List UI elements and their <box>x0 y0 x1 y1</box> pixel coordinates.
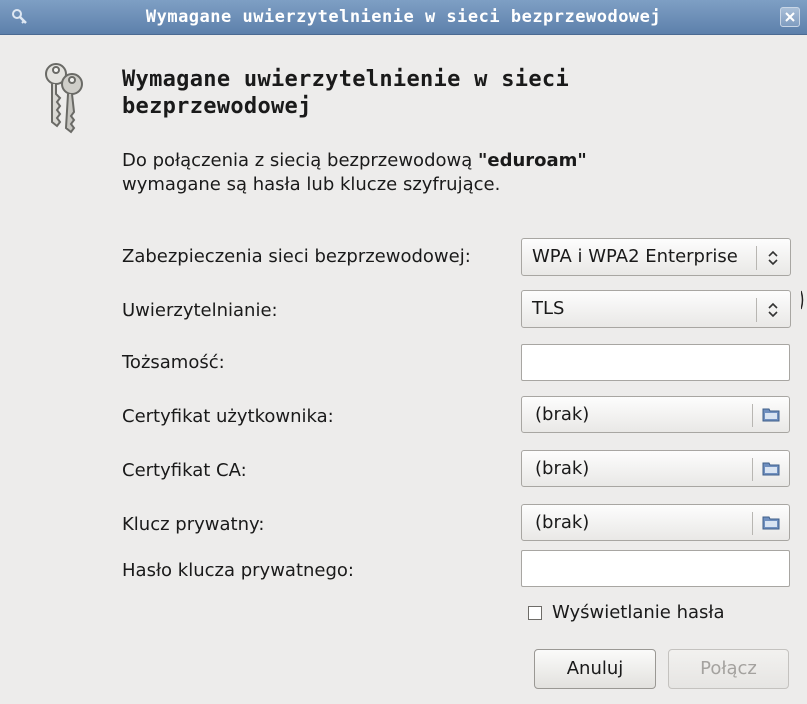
private-key-value: (brak) <box>535 512 590 533</box>
auth-dialog-window: Wymagane uwierzytelnienie w sieci bezprz… <box>0 0 807 704</box>
auth-combo[interactable]: TLS <box>521 290 791 328</box>
ca-cert-label: Certyfikat CA: <box>122 460 247 481</box>
ca-cert-value: (brak) <box>535 458 590 479</box>
close-icon <box>785 12 795 22</box>
private-key-picker[interactable]: (brak) <box>521 504 790 541</box>
close-button[interactable] <box>780 7 800 27</box>
show-password-label: Wyświetlanie hasła <box>552 602 725 623</box>
picker-separator <box>752 458 753 481</box>
user-cert-value: (brak) <box>535 404 590 425</box>
cancel-button[interactable]: Anuluj <box>534 649 656 689</box>
combo-separator <box>756 298 757 322</box>
chevron-updown-icon <box>766 249 780 272</box>
auth-combo-value: TLS <box>532 298 565 319</box>
user-cert-label: Certyfikat użytkownika: <box>122 406 334 427</box>
combo-separator <box>756 246 757 270</box>
picker-separator <box>752 512 753 535</box>
security-label: Zabezpieczenia sieci bezprzewodowej: <box>122 246 471 267</box>
security-combo[interactable]: WPA i WPA2 Enterprise <box>521 238 791 276</box>
dialog-heading: Wymagane uwierzytelnienie w sieci bezprz… <box>122 67 569 119</box>
show-password-checkbox[interactable] <box>528 606 542 620</box>
private-key-password-input[interactable] <box>521 550 790 587</box>
scroll-edge-mark <box>801 290 804 310</box>
folder-icon <box>762 406 780 427</box>
private-key-password-label: Hasło klucza prywatnego: <box>122 560 354 581</box>
keys-icon <box>38 58 90 138</box>
network-name: "eduroam" <box>477 150 587 171</box>
auth-label: Uwierzytelnianie: <box>122 300 278 321</box>
description-suffix: wymagane są hasła lub klucze szyfrujące. <box>122 174 501 195</box>
description-prefix: Do połączenia z siecią bezprzewodową <box>122 150 478 171</box>
security-combo-value: WPA i WPA2 Enterprise <box>532 246 738 267</box>
folder-icon <box>762 460 780 481</box>
ca-cert-picker[interactable]: (brak) <box>521 450 790 487</box>
window-title: Wymagane uwierzytelnienie w sieci bezprz… <box>145 7 662 27</box>
identity-input[interactable] <box>521 344 790 381</box>
folder-icon <box>762 514 780 535</box>
title-bar[interactable]: Wymagane uwierzytelnienie w sieci bezprz… <box>0 0 807 35</box>
picker-separator <box>752 404 753 427</box>
dialog-description: Do połączenia z siecią bezprzewodową "ed… <box>122 149 742 197</box>
private-key-label: Klucz prywatny: <box>122 514 265 535</box>
connect-button[interactable]: Połącz <box>668 649 789 689</box>
user-cert-picker[interactable]: (brak) <box>521 396 790 433</box>
identity-label: Tożsamość: <box>122 352 225 373</box>
chevron-updown-icon <box>766 301 780 324</box>
